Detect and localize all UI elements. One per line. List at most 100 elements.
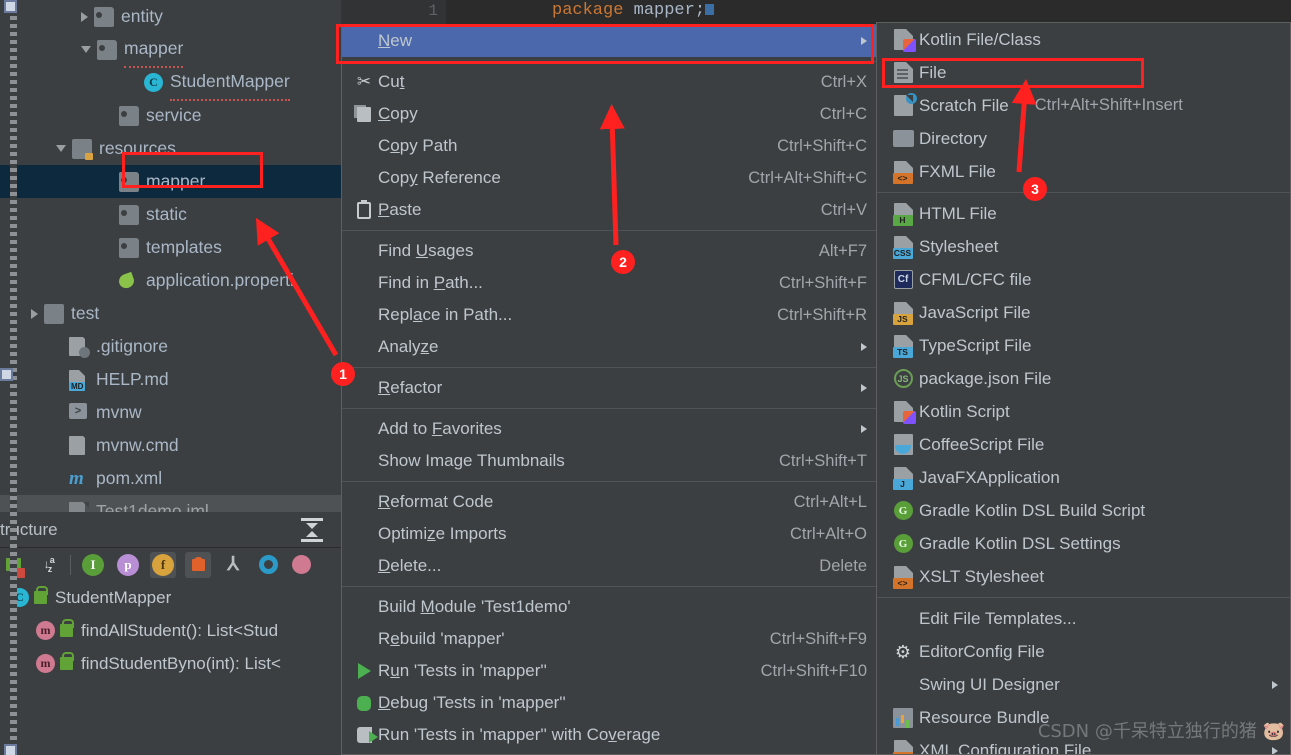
toolbar-separator: [70, 554, 71, 575]
chevron-down-icon[interactable]: [81, 46, 91, 53]
chevron-right-icon: [861, 384, 867, 392]
menu-item-run-tests-in-mapper-with-coverage[interactable]: Run 'Tests in 'mapper'' with Coverage: [342, 719, 879, 751]
menu-item-refactor[interactable]: Refactor: [342, 372, 879, 404]
submenu-item-kotlin-script[interactable]: Kotlin Script: [877, 395, 1290, 428]
submenu-item-javascript-file[interactable]: JS JavaScript File: [877, 296, 1290, 329]
structure-row[interactable]: m findAllStudent(): List<Stud: [0, 614, 341, 647]
menu-item-find-in-path[interactable]: Find in Path... Ctrl+Shift+F: [342, 267, 879, 299]
submenu-item-icon: <>: [887, 566, 919, 589]
structure-row[interactable]: m findStudentByno(int): List<: [0, 647, 341, 680]
menu-item-add-to-favorites[interactable]: Add to Favorites: [342, 413, 879, 445]
menu-item-copy[interactable]: Copy Ctrl+C: [342, 98, 879, 130]
menu-item-cut[interactable]: ✂ Cut Ctrl+X: [342, 66, 879, 98]
submenu-item-label: File: [919, 62, 947, 82]
submenu-item-javafxapplication[interactable]: J JavaFXApplication: [877, 461, 1290, 494]
menu-item-shortcut: Ctrl+C: [819, 104, 867, 123]
sort-alphabetically-icon[interactable]: ↓az: [35, 552, 61, 578]
tree-item-service[interactable]: service: [0, 99, 341, 132]
menu-item-run-tests-in-mapper[interactable]: Run 'Tests in 'mapper'' Ctrl+Shift+F10: [342, 655, 879, 687]
group-icon[interactable]: ⅄: [220, 552, 246, 578]
menu-item-reformat-code[interactable]: Reformat Code Ctrl+Alt+L: [342, 486, 879, 518]
menu-item-shortcut: Ctrl+Shift+T: [778, 451, 867, 470]
fxml-file-icon: <>: [892, 161, 913, 184]
paste-icon: [357, 199, 371, 219]
submenu-item-gradle-kotlin-dsl-build-script[interactable]: G Gradle Kotlin DSL Build Script: [877, 494, 1290, 527]
tree-item-resources[interactable]: resources: [0, 132, 341, 165]
tree-item--gitignore[interactable]: .gitignore: [0, 330, 341, 363]
submenu-item-icon: CSS: [887, 236, 919, 259]
menu-item-copy-reference[interactable]: Copy Reference Ctrl+Alt+Shift+C: [342, 162, 879, 194]
menu-item-icon: ✂: [350, 72, 378, 92]
menu-item-delete[interactable]: Delete... Delete: [342, 550, 879, 582]
tree-item-templates[interactable]: templates: [0, 231, 341, 264]
submenu-item-scratch-file[interactable]: Scratch File Ctrl+Alt+Shift+Insert: [877, 89, 1290, 122]
structure-row[interactable]: C StudentMapper: [0, 581, 341, 614]
tree-item-pom-xml[interactable]: m pom.xml: [0, 462, 341, 495]
javafx-file-icon: J: [892, 467, 913, 490]
menu-item-build-module-test1demo[interactable]: Build Module 'Test1demo': [342, 591, 879, 623]
show-non-public-icon[interactable]: [185, 551, 211, 578]
menu-item-label: Copy: [378, 104, 418, 123]
tree-item-mapper[interactable]: mapper: [0, 165, 341, 198]
submenu-item-edit-file-templates[interactable]: Edit File Templates...: [877, 602, 1290, 635]
tree-item-application-properti[interactable]: application.properti: [0, 264, 341, 297]
tree-item-mvnw[interactable]: > mvnw: [0, 396, 341, 429]
submenu-item-swing-ui-designer[interactable]: Swing UI Designer: [877, 668, 1290, 701]
scratch-icon[interactable]: [255, 552, 281, 578]
submenu-item-editorconfig-file[interactable]: ⚙ EditorConfig File: [877, 635, 1290, 668]
menu-item-rebuild-mapper[interactable]: Rebuild 'mapper' Ctrl+Shift+F9: [342, 623, 879, 655]
submenu-item-kotlin-file-class[interactable]: Kotlin File/Class: [877, 23, 1290, 56]
submenu-item-fxml-file[interactable]: <> FXML File: [877, 155, 1290, 188]
chevron-right-icon[interactable]: [31, 308, 38, 319]
coverage-icon: [356, 727, 378, 743]
menu-item-show-image-thumbnails[interactable]: Show Image Thumbnails Ctrl+Shift+T: [342, 445, 879, 477]
chevron-down-icon[interactable]: [56, 145, 66, 152]
submenu-item-coffeescript-file[interactable]: CoffeeScript File: [877, 428, 1290, 461]
submenu-item-html-file[interactable]: H HTML File: [877, 197, 1290, 230]
chevron-right-icon[interactable]: [81, 11, 88, 22]
submenu-item-gradle-kotlin-dsl-settings[interactable]: G Gradle Kotlin DSL Settings: [877, 527, 1290, 560]
show-inherited-icon[interactable]: I: [80, 552, 106, 578]
text-file-icon: [69, 435, 89, 456]
show-fields-icon[interactable]: f: [150, 551, 176, 578]
menu-item-new[interactable]: New: [342, 25, 879, 57]
tree-item-label: Test1demo.iml: [96, 501, 209, 512]
submenu-item-cfml-cfc-file[interactable]: Cf CFML/CFC file: [877, 263, 1290, 296]
tree-item-mvnw-cmd[interactable]: mvnw.cmd: [0, 429, 341, 462]
menu-item-paste[interactable]: Paste Ctrl+V: [342, 194, 879, 226]
new-submenu[interactable]: Kotlin File/Class File Scratch File Ctrl+Al…: [876, 22, 1291, 755]
menu-item-optimize-imports[interactable]: Optimize Imports Ctrl+Alt+O: [342, 518, 879, 550]
submenu-item-stylesheet[interactable]: CSS Stylesheet: [877, 230, 1290, 263]
menu-item-debug-tests-in-mapper[interactable]: Debug 'Tests in 'mapper'': [342, 687, 879, 719]
show-properties-icon[interactable]: p: [115, 552, 141, 578]
code-identifier: mapper;: [623, 1, 706, 20]
menu-item-label: Find in Path...: [378, 273, 483, 292]
context-menu[interactable]: New ✂ Cut Ctrl+X Copy Ctrl+C Copy Path Ctrl+Shi…: [341, 24, 880, 755]
project-tree-panel[interactable]: entity mapper C StudentMapper service resourc…: [0, 0, 341, 512]
menu-item-label: Show Image Thumbnails: [378, 451, 565, 470]
extra-filter-icon[interactable]: [288, 552, 314, 578]
tree-item-test1demo-iml[interactable]: Test1demo.iml: [0, 495, 341, 512]
nodejs-file-icon: JS: [893, 369, 913, 388]
menu-item-label: New: [378, 31, 413, 50]
menu-item-shortcut: Ctrl+Shift+F9: [769, 629, 867, 648]
tree-item-help-md[interactable]: MD HELP.md: [0, 363, 341, 396]
menu-item-copy-path[interactable]: Copy Path Ctrl+Shift+C: [342, 130, 879, 162]
submenu-item-directory[interactable]: Directory: [877, 122, 1290, 155]
menu-item-replace-in-path[interactable]: Replace in Path... Ctrl+Shift+R: [342, 299, 879, 331]
tree-item-studentmapper[interactable]: C StudentMapper: [0, 66, 341, 101]
menu-item-analyze[interactable]: Analyze: [342, 331, 879, 363]
submenu-item-package-json-file[interactable]: JS package.json File: [877, 362, 1290, 395]
tree-item-static[interactable]: static: [0, 198, 341, 231]
tree-item-mapper[interactable]: mapper: [0, 33, 341, 68]
structure-toolbar[interactable]: ↓az I p f ⅄: [0, 547, 341, 581]
expand-all-icon[interactable]: [301, 517, 323, 542]
tree-item-test[interactable]: test: [0, 297, 341, 330]
submenu-item-file[interactable]: File: [877, 56, 1290, 89]
submenu-item-xslt-stylesheet[interactable]: <> XSLT Stylesheet: [877, 560, 1290, 593]
submenu-item-label: CFML/CFC file: [919, 269, 1032, 289]
tree-item-entity[interactable]: entity: [0, 0, 341, 33]
submenu-item-label: CoffeeScript File: [919, 434, 1045, 454]
submenu-item-typescript-file[interactable]: TS TypeScript File: [877, 329, 1290, 362]
